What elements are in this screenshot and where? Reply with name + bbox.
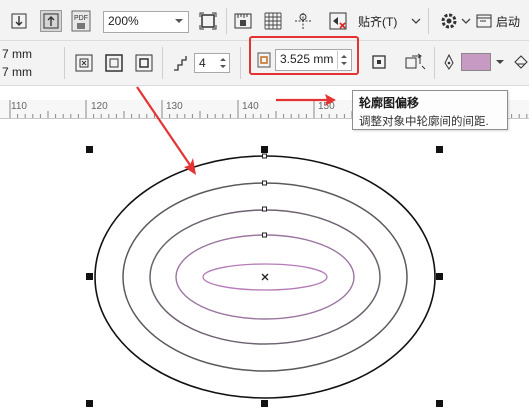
object-height-field[interactable]: 7 mm xyxy=(0,63,56,81)
selection-handle[interactable] xyxy=(261,400,268,407)
export-icon[interactable] xyxy=(40,10,62,32)
chevron-down-icon xyxy=(174,15,184,30)
selection-handle[interactable] xyxy=(436,400,443,407)
contour-node[interactable] xyxy=(262,206,267,212)
object-outline-icon[interactable] xyxy=(368,51,390,73)
outside-contour-icon[interactable] xyxy=(133,52,155,74)
svg-text:PDF: PDF xyxy=(74,15,88,22)
snap-off-icon[interactable] xyxy=(327,10,349,32)
drawing-canvas[interactable] xyxy=(0,119,529,412)
standard-toolbar: PDF 200% 贴齐(T) 启动 xyxy=(0,0,529,41)
contour-offset-icon xyxy=(254,49,274,71)
chevron-down-icon[interactable] xyxy=(410,13,422,29)
offset-spinner[interactable] xyxy=(337,51,350,69)
ruler-label: 130 xyxy=(166,101,183,112)
selection-handle[interactable] xyxy=(86,400,93,407)
tooltip-title: 轮廓图偏移 xyxy=(359,96,420,110)
guidelines-icon[interactable] xyxy=(292,10,314,32)
object-width-value: 7 mm xyxy=(2,47,32,61)
zoom-level-value: 200% xyxy=(108,14,139,28)
selection-handle[interactable] xyxy=(86,146,93,153)
selection-handle[interactable] xyxy=(86,273,93,280)
outline-pen-icon[interactable] xyxy=(440,51,458,73)
grid-icon[interactable] xyxy=(262,10,284,32)
object-width-field[interactable]: 7 mm xyxy=(0,45,56,63)
contour-to-center-icon[interactable] xyxy=(73,52,95,74)
contour-node[interactable] xyxy=(262,153,267,159)
selection-handle[interactable] xyxy=(436,146,443,153)
rulers-icon[interactable] xyxy=(232,10,254,32)
contour-acceleration-icon[interactable] xyxy=(402,51,428,73)
fill-color-swatch[interactable] xyxy=(461,53,491,71)
ruler-label: 120 xyxy=(91,101,108,112)
contour-offset-value: 3.525 mm xyxy=(280,52,334,66)
snap-to-label: 贴齐(T) xyxy=(358,14,398,29)
snap-to-menu[interactable]: 贴齐(T) xyxy=(358,10,410,32)
property-bar: 7 mm 7 mm 4 3.525 mm xyxy=(0,36,529,86)
pdf-icon[interactable]: PDF xyxy=(70,9,92,33)
object-height-value: 7 mm xyxy=(2,65,32,79)
chevron-down-icon[interactable] xyxy=(461,13,471,29)
launch-button[interactable]: 启动 xyxy=(476,10,529,32)
contour-offset-tooltip: 轮廓图偏移 调整对象中轮廓间的间距. xyxy=(352,90,508,130)
color-dropper-icon[interactable] xyxy=(511,51,529,73)
contour-steps-value: 4 xyxy=(199,56,206,70)
steps-spinner[interactable] xyxy=(218,55,228,71)
contour-steps-icon xyxy=(170,52,192,74)
selection-handle[interactable] xyxy=(436,273,443,280)
launch-label: 启动 xyxy=(496,14,521,29)
ruler-label: 140 xyxy=(242,101,259,112)
ruler-label: 150 xyxy=(318,101,335,112)
full-screen-icon[interactable] xyxy=(197,10,219,32)
selection-handle[interactable] xyxy=(261,146,268,153)
chevron-down-icon[interactable] xyxy=(494,54,506,70)
inside-contour-icon[interactable] xyxy=(103,52,125,74)
zoom-level-select[interactable]: 200% xyxy=(103,11,189,33)
center-marker-icon xyxy=(261,273,269,281)
contour-steps-field[interactable]: 4 xyxy=(194,53,230,73)
options-gear-icon[interactable] xyxy=(438,10,460,32)
tooltip-description: 调整对象中轮廓间的间距. xyxy=(359,116,489,128)
launch-icon xyxy=(476,14,492,28)
contour-offset-field[interactable]: 3.525 mm xyxy=(275,49,352,71)
import-icon[interactable] xyxy=(8,10,30,32)
contour-node[interactable] xyxy=(262,180,267,186)
ruler-label: 110 xyxy=(11,101,27,112)
contour-node[interactable] xyxy=(262,232,267,238)
